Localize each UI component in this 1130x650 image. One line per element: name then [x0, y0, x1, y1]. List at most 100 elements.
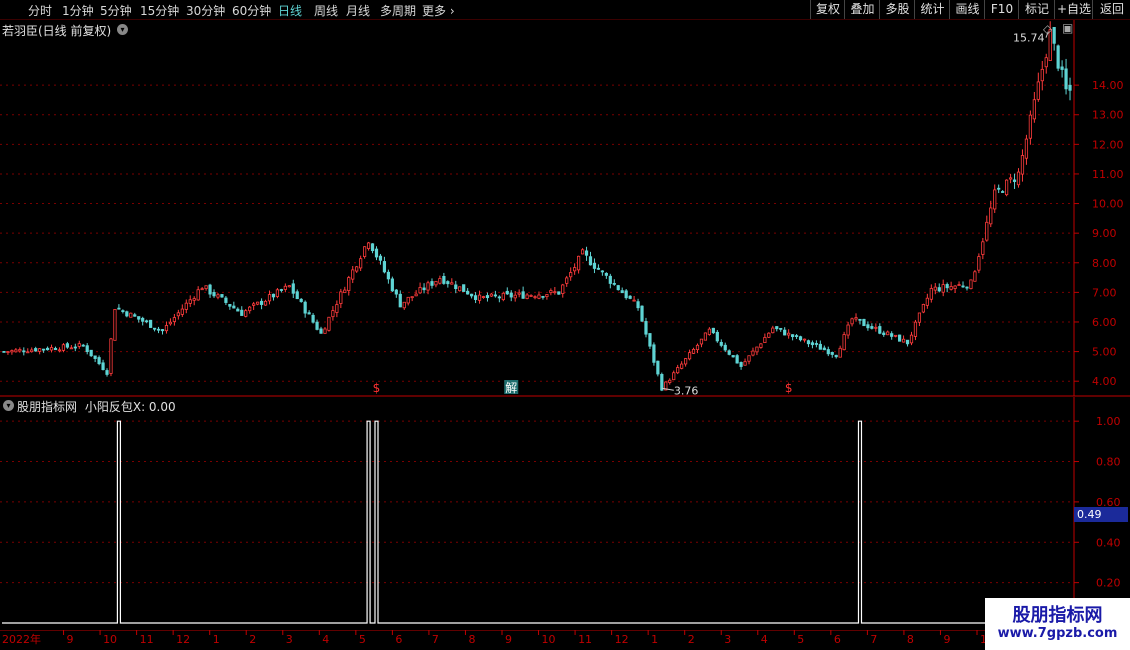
candle-body	[434, 281, 438, 286]
candle-body	[1020, 155, 1025, 175]
candle-body	[450, 282, 454, 285]
candle-body	[862, 318, 866, 327]
candle-body	[565, 277, 569, 284]
toolbar-button[interactable]: F10	[984, 0, 1019, 19]
period-tab[interactable]: 1分钟	[62, 2, 94, 19]
period-tab[interactable]: 日线	[278, 2, 302, 19]
diamond-icon[interactable]: ◇	[1043, 22, 1052, 36]
candle-body	[390, 278, 394, 292]
candle-body	[1064, 68, 1068, 90]
toolbar-button[interactable]: 统计	[914, 0, 950, 19]
candle-body	[355, 266, 359, 272]
high-label: 15.74	[1013, 32, 1045, 45]
toolbar-button[interactable]: 多股	[879, 0, 915, 19]
candle-body	[822, 347, 826, 351]
candle-body	[997, 187, 1001, 190]
candle-body	[517, 292, 521, 295]
candle-body	[882, 332, 886, 336]
candle-body	[89, 349, 93, 357]
chevron-down-icon[interactable]: ▾	[3, 400, 14, 411]
y-tick-label: 13.00	[1092, 109, 1124, 122]
window-icon[interactable]: ▣	[1062, 21, 1073, 35]
candle-body	[212, 292, 216, 297]
candle-body	[204, 285, 208, 290]
candle-body	[85, 345, 89, 353]
period-tab[interactable]: 60分钟	[232, 2, 271, 19]
candle-body	[878, 326, 882, 334]
period-tab[interactable]: 15分钟	[140, 2, 179, 19]
candle-body	[684, 358, 688, 365]
indicator-line	[2, 420, 1072, 624]
candle-body	[117, 307, 121, 310]
y-tick-label: 9.00	[1092, 227, 1117, 240]
candle-body	[133, 314, 137, 317]
period-tab[interactable]: 周线	[314, 2, 338, 19]
candle-body	[208, 284, 212, 295]
candle-body	[1016, 171, 1021, 186]
candle-body	[335, 304, 339, 313]
candle-body	[921, 304, 925, 313]
candle-body	[101, 362, 105, 371]
candle-body	[846, 324, 850, 336]
period-tab[interactable]: 多周期	[380, 2, 416, 19]
toolbar-button[interactable]: +自选	[1054, 0, 1093, 19]
period-tab[interactable]: 月线	[346, 2, 370, 19]
chevron-down-icon[interactable]: ▾	[117, 24, 128, 35]
candle-body	[608, 275, 612, 284]
candle-body	[315, 321, 319, 330]
candle-body	[925, 297, 929, 306]
toolbar-button[interactable]: 返回	[1092, 0, 1130, 19]
candle-body	[660, 374, 664, 391]
candle-body	[814, 343, 818, 345]
candle-body	[22, 350, 26, 353]
time-label: 2	[688, 633, 695, 646]
candle-body	[557, 291, 561, 295]
candle-body	[858, 318, 862, 321]
indicator-chart[interactable]: 1.000.800.600.400.20	[0, 397, 1130, 630]
time-label: 11	[140, 633, 154, 646]
sub-y-tick-label: 0.20	[1096, 577, 1121, 590]
toolbar-button[interactable]: 叠加	[844, 0, 880, 19]
candle-body	[870, 326, 874, 329]
price-chart[interactable]: 14.00 13.00 12.00 11.00 10.00 9.00 8.00 7.00 6.0…	[0, 20, 1130, 397]
candle-body	[77, 343, 81, 347]
candle-body	[957, 284, 961, 286]
period-tab[interactable]: 更多 ›	[422, 2, 455, 19]
toolbar-button[interactable]: 画线	[949, 0, 985, 19]
period-tab[interactable]: 5分钟	[100, 2, 132, 19]
indicator-value: 小阳反包X: 0.00	[84, 400, 176, 414]
candle-body	[216, 294, 220, 298]
time-label: 10	[542, 633, 556, 646]
candle-body	[969, 279, 973, 290]
y-tick-label: 6.00	[1092, 316, 1117, 329]
candle-body	[295, 291, 299, 300]
y-tick-label: 7.00	[1092, 286, 1117, 299]
candle-body	[656, 360, 660, 375]
period-tab[interactable]: 30分钟	[186, 2, 225, 19]
candle-body	[339, 291, 343, 304]
candle-body	[791, 334, 795, 338]
period-tab[interactable]: 分时	[28, 2, 52, 19]
candle-body	[10, 350, 14, 353]
candle-body	[838, 347, 842, 358]
candle-body	[1028, 114, 1032, 139]
candle-body	[263, 300, 268, 306]
y-tick-label: 14.00	[1092, 79, 1124, 92]
candle-body	[989, 207, 993, 225]
candle-body	[573, 267, 577, 272]
toolbar-button[interactable]: 标记	[1018, 0, 1055, 19]
candle-body	[228, 304, 232, 307]
candle-body	[537, 294, 541, 299]
candle-body	[160, 329, 165, 332]
toolbar-button[interactable]: 复权	[810, 0, 845, 19]
candle-body	[898, 334, 902, 342]
candle-body	[374, 248, 379, 258]
candle-body	[454, 284, 458, 290]
candle-body	[612, 282, 616, 285]
candle-body	[14, 349, 18, 353]
candle-body	[466, 290, 470, 295]
time-label: 2022年	[2, 632, 41, 646]
candle-body	[34, 348, 38, 352]
candle-body	[767, 332, 771, 338]
toolbar: 分时 1分钟 5分钟 15分钟 30分钟 60分钟 日线 周线 月线 多周期 更多 › 复权 叠加 多股统…	[0, 0, 1130, 20]
